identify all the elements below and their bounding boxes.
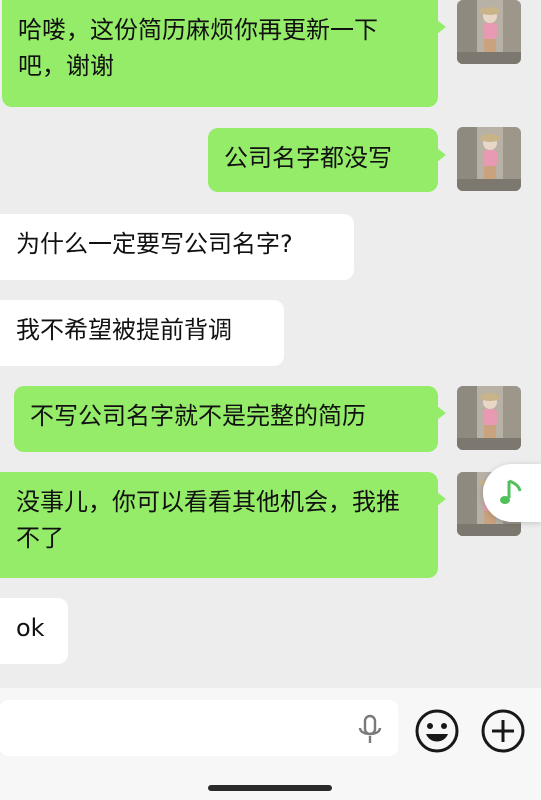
- emoji-button[interactable]: [414, 708, 460, 758]
- plus-icon: [481, 709, 525, 753]
- message-text: 公司名字都没写: [224, 144, 392, 172]
- message-bubble-incoming[interactable]: ok: [0, 598, 68, 664]
- message-bubble-outgoing[interactable]: 哈喽，这份简历麻烦你再更新一下吧，谢谢: [2, 0, 446, 107]
- emoji-icon: [415, 709, 459, 753]
- more-button[interactable]: [480, 708, 526, 758]
- message-bubble-incoming[interactable]: 我不希望被提前背调: [0, 300, 284, 366]
- microphone-icon: [358, 714, 382, 743]
- message-text: 没事儿，你可以看看其他机会，我推不了: [16, 488, 400, 552]
- message-bubble-outgoing[interactable]: 公司名字都没写: [208, 128, 446, 192]
- floating-music-button[interactable]: [483, 464, 541, 522]
- chat-area[interactable]: 哈喽，这份简历麻烦你再更新一下吧，谢谢 公司名字都没写 为什么一定要写公司名字?…: [0, 0, 541, 688]
- message-bubble-incoming[interactable]: 为什么一定要写公司名字?: [0, 214, 354, 280]
- message-text: 我不希望被提前背调: [16, 316, 232, 344]
- voice-input-button[interactable]: [356, 714, 384, 750]
- message-text: 为什么一定要写公司名字?: [16, 230, 293, 258]
- message-text: 不写公司名字就不是完整的简历: [30, 402, 366, 430]
- message-text: 哈喽，这份简历麻烦你再更新一下吧，谢谢: [18, 16, 378, 80]
- avatar-photo: [457, 127, 521, 191]
- music-note-icon: [500, 479, 522, 504]
- avatar-photo: [457, 386, 521, 450]
- message-input[interactable]: [0, 700, 398, 756]
- avatar-photo: [457, 0, 521, 64]
- home-indicator[interactable]: [208, 785, 332, 791]
- message-text: ok: [16, 614, 45, 642]
- message-bubble-outgoing[interactable]: 不写公司名字就不是完整的简历: [14, 386, 446, 452]
- avatar[interactable]: [457, 127, 521, 191]
- message-bubble-outgoing[interactable]: 没事儿，你可以看看其他机会，我推不了: [0, 472, 446, 578]
- avatar[interactable]: [457, 386, 521, 450]
- avatar[interactable]: [457, 0, 521, 64]
